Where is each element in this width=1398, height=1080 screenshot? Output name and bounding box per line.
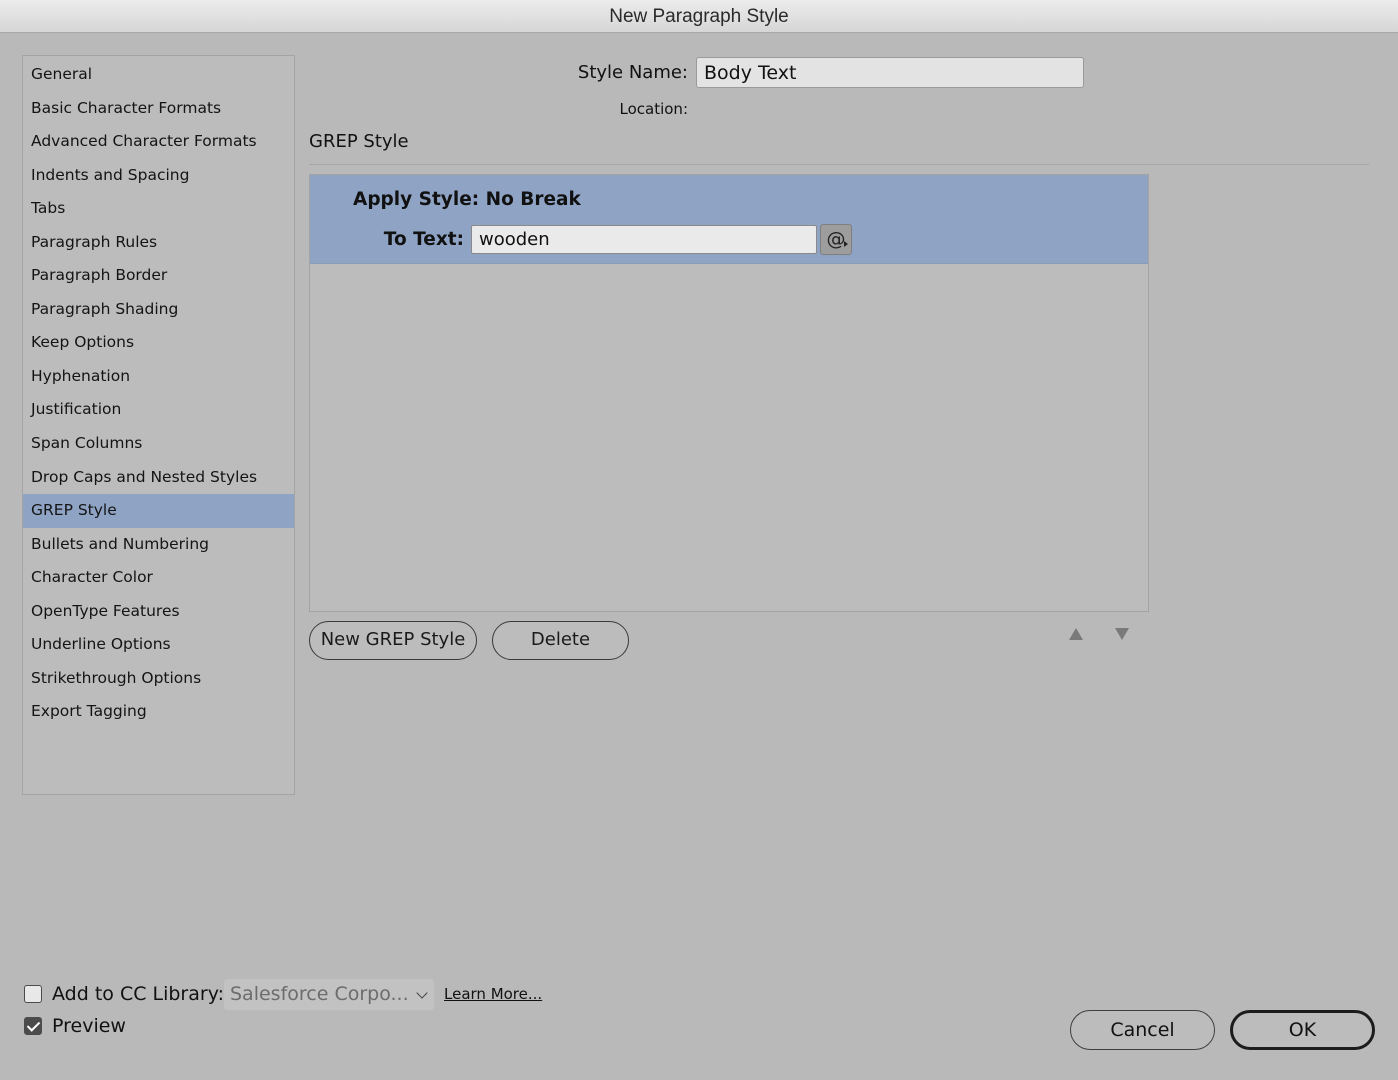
sidebar-item-character-color[interactable]: Character Color [23,561,294,595]
new-grep-style-button[interactable]: New GREP Style [309,621,477,660]
sidebar-item-general[interactable]: General [23,58,294,92]
sidebar-item-keep-options[interactable]: Keep Options [23,326,294,360]
category-list: General Basic Character Formats Advanced C… [22,55,295,795]
learn-more-link[interactable]: Learn More... [444,985,542,1003]
delete-button[interactable]: Delete [492,621,629,660]
sidebar-item-drop-caps-and-nested-styles[interactable]: Drop Caps and Nested Styles [23,461,294,495]
sidebar-item-justification[interactable]: Justification [23,393,294,427]
sidebar-item-hyphenation[interactable]: Hyphenation [23,360,294,394]
ok-button[interactable]: OK [1230,1010,1375,1050]
location-label: Location: [619,100,689,118]
grep-rule-row[interactable]: Apply Style: No Break To Text: wooden @ [310,175,1148,264]
sidebar-item-strikethrough-options[interactable]: Strikethrough Options [23,662,294,696]
sidebar-item-paragraph-rules[interactable]: Paragraph Rules [23,226,294,260]
grep-style-list[interactable]: Apply Style: No Break To Text: wooden @ [309,174,1149,612]
library-select-value: Salesforce Corpo... [230,983,409,1005]
section-title: GREP Style [309,131,409,152]
move-up-icon[interactable] [1069,628,1083,640]
sidebar-item-grep-style[interactable]: GREP Style [23,494,294,528]
sidebar-item-span-columns[interactable]: Span Columns [23,427,294,461]
special-characters-button[interactable]: @ [820,224,852,255]
library-select[interactable]: Salesforce Corpo... [224,979,434,1010]
section-divider [309,164,1369,165]
sidebar-item-basic-character-formats[interactable]: Basic Character Formats [23,92,294,126]
sidebar-item-tabs[interactable]: Tabs [23,192,294,226]
sidebar-item-opentype-features[interactable]: OpenType Features [23,595,294,629]
at-icon: @ [826,228,846,250]
window-title: New Paragraph Style [0,0,1398,33]
sidebar-item-paragraph-shading[interactable]: Paragraph Shading [23,293,294,327]
preview-checkbox[interactable] [24,1017,42,1035]
sidebar-item-indents-and-spacing[interactable]: Indents and Spacing [23,159,294,193]
add-to-cc-library-label: Add to CC Library: [52,983,224,1005]
move-down-icon[interactable] [1115,628,1129,640]
to-text-input[interactable]: wooden [471,225,817,254]
to-text-label: To Text: [383,229,464,250]
cancel-button[interactable]: Cancel [1070,1010,1215,1050]
sidebar-item-paragraph-border[interactable]: Paragraph Border [23,259,294,293]
style-name-input[interactable]: Body Text [696,57,1084,88]
style-name-label: Style Name: [577,62,688,83]
sidebar-item-underline-options[interactable]: Underline Options [23,628,294,662]
sidebar-item-advanced-character-formats[interactable]: Advanced Character Formats [23,125,294,159]
add-to-cc-library-checkbox[interactable] [24,985,42,1003]
apply-style-text[interactable]: Apply Style: No Break [353,189,581,210]
sidebar-item-export-tagging[interactable]: Export Tagging [23,695,294,729]
sidebar-item-bullets-and-numbering[interactable]: Bullets and Numbering [23,528,294,562]
chevron-down-icon [416,987,428,999]
flyout-arrow-icon [844,241,848,247]
preview-label: Preview [52,1015,126,1037]
